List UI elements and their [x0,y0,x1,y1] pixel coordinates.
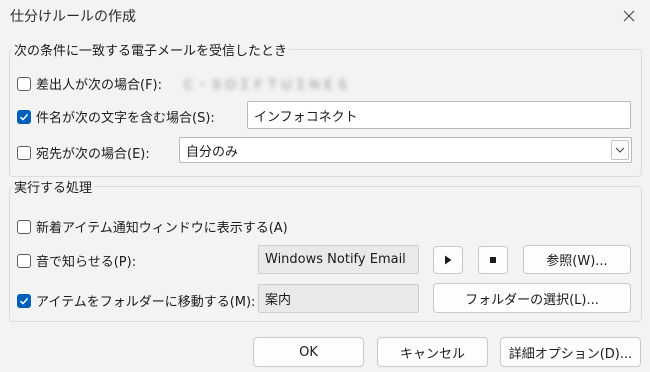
destination-folder-field: 案内 [258,284,419,313]
to-select[interactable]: 自分のみ [179,137,632,163]
close-icon [623,10,635,22]
to-condition: 宛先が次の場合(E): [17,143,150,162]
sound-label: 音で知らせる(P): [36,255,137,270]
move-checkbox[interactable] [17,293,31,308]
subject-text-input[interactable]: インフォコネクト [247,101,631,129]
from-label: 差出人が次の場合(F): [36,78,163,93]
title-bar: 仕分けルールの作成 [0,0,650,34]
checkmark-icon [19,297,29,305]
sound-checkbox[interactable] [17,253,31,268]
dropdown-button[interactable] [611,140,629,160]
select-folder-button[interactable]: フォルダーの選択(L)... [433,283,631,313]
play-icon [445,255,452,265]
browse-button[interactable]: 参照(W)... [523,245,631,274]
chevron-down-icon [615,147,625,153]
conditions-group-label: 次の条件に一致する電子メールを受信したとき [12,40,290,59]
from-condition: 差出人が次の場合(F): [17,74,162,93]
move-label: アイテムをフォルダーに移動する(M): [36,295,256,310]
sound-action: 音で知らせる(P): [17,251,136,270]
actions-group-label: 実行する処理 [12,177,95,196]
ok-button[interactable]: OK [253,337,364,367]
move-action: アイテムをフォルダーに移動する(M): [17,291,255,310]
close-button[interactable] [616,4,642,28]
alert-action: 新着アイテム通知ウィンドウに表示する(A) [17,217,288,236]
subject-condition: 件名が次の文字を含む場合(S): [17,107,215,126]
checkmark-icon [19,113,29,121]
window-title: 仕分けルールの作成 [10,9,136,25]
alert-checkbox[interactable] [17,219,31,234]
subject-checkbox[interactable] [17,109,31,124]
advanced-options-button[interactable]: 詳細オプション(D)... [500,337,641,367]
subject-label: 件名が次の文字を含む場合(S): [36,111,215,126]
stop-icon [490,257,496,263]
sound-file-field: Windows Notify Email [258,245,419,274]
to-checkbox[interactable] [17,145,31,160]
play-sound-button[interactable] [433,246,463,274]
alert-label: 新着アイテム通知ウィンドウに表示する(A) [36,221,288,236]
stop-sound-button[interactable] [478,246,508,274]
cancel-button[interactable]: キャンセル [377,337,488,367]
from-checkbox[interactable] [17,76,31,91]
from-value[interactable]: Ｃ・ＳＯＩＦＴＵＩＮＥＳ [182,74,350,93]
to-selected-value: 自分のみ [186,144,239,160]
to-label: 宛先が次の場合(E): [36,147,150,162]
